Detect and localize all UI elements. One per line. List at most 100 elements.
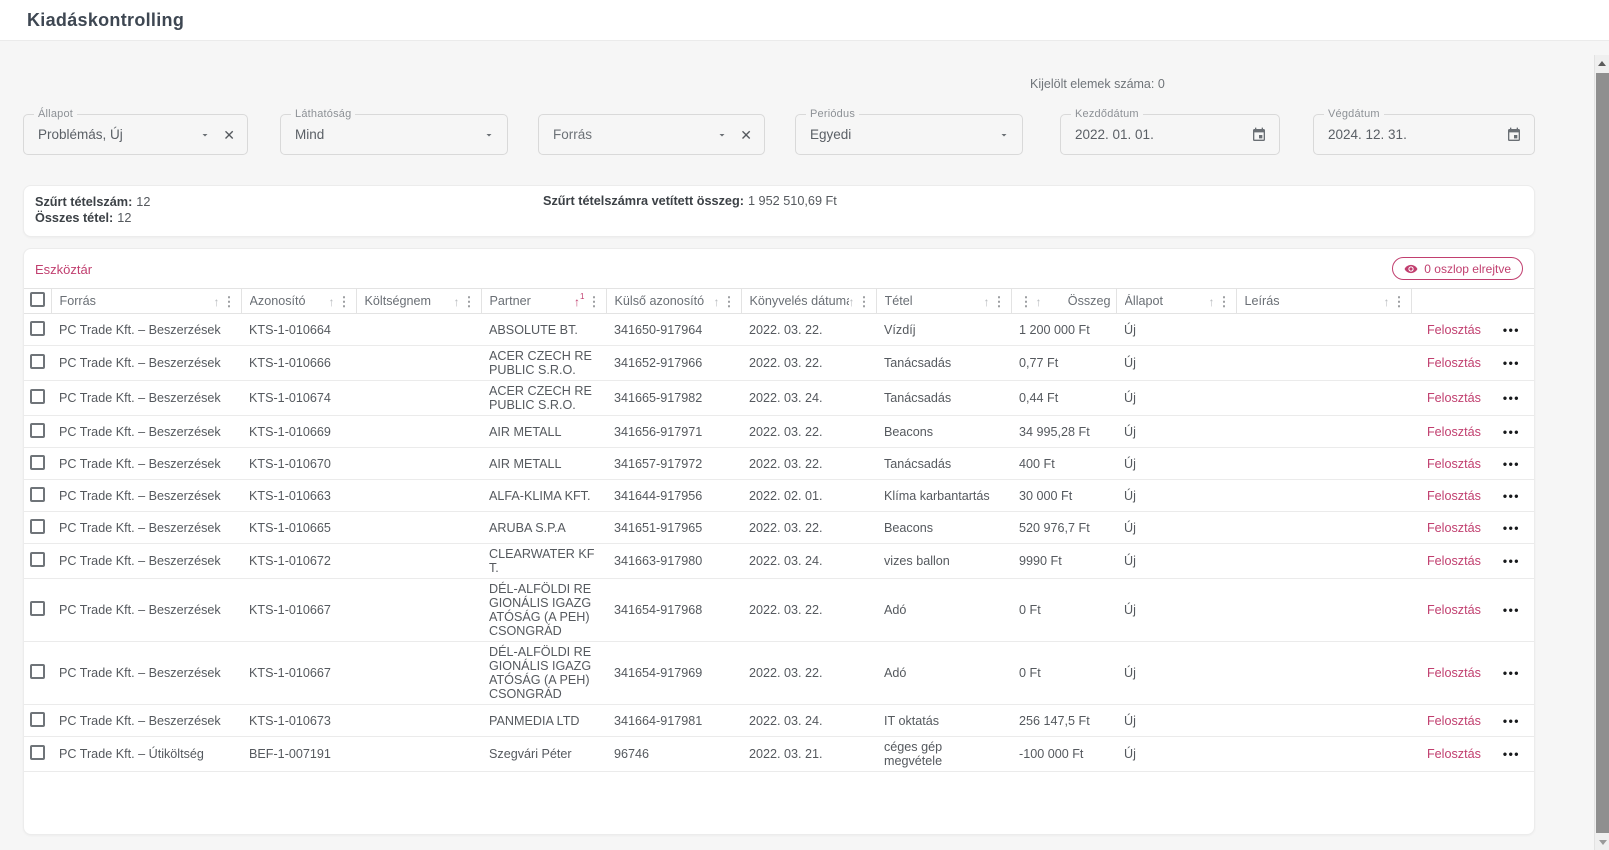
cell-osszeg: 0,77 Ft (1011, 346, 1116, 381)
chevron-down-icon[interactable] (998, 129, 1010, 141)
cell-forras: PC Trade Kft. – Beszerzések (51, 705, 241, 737)
row-menu-icon[interactable]: ••• (1503, 714, 1520, 728)
column-header[interactable]: Állapot ↑ ⋮ (1116, 289, 1236, 314)
sort-icon[interactable]: ↑ (1036, 295, 1042, 308)
felosztas-link[interactable]: Felosztás (1427, 521, 1481, 535)
scroll-down-icon[interactable] (1595, 834, 1609, 850)
column-menu-icon[interactable]: ⋮ (1393, 295, 1406, 308)
row-menu-icon[interactable]: ••• (1503, 323, 1520, 337)
row-checkbox[interactable] (30, 487, 45, 502)
row-checkbox[interactable] (30, 601, 45, 616)
row-menu-icon[interactable]: ••• (1503, 425, 1520, 439)
felosztas-link[interactable]: Felosztás (1427, 425, 1481, 439)
cell-kulso-azonosito: 341664-917981 (606, 705, 741, 737)
row-checkbox[interactable] (30, 423, 45, 438)
row-checkbox[interactable] (30, 455, 45, 470)
column-header[interactable]: Tétel ↑ ⋮ (876, 289, 1011, 314)
sort-icon[interactable]: ↑1 (574, 295, 584, 308)
sort-icon[interactable]: ↑ (1209, 295, 1215, 308)
row-checkbox[interactable] (30, 552, 45, 567)
scrollbar-thumb[interactable] (1596, 73, 1609, 833)
column-header[interactable]: Forrás ↑ ⋮ (51, 289, 241, 314)
row-menu-icon[interactable]: ••• (1503, 391, 1520, 405)
column-menu-icon[interactable]: ⋮ (338, 295, 351, 308)
filter-lathatosag[interactable]: Láthatóság Mind (280, 114, 508, 155)
row-menu-icon[interactable]: ••• (1503, 356, 1520, 370)
chevron-down-icon[interactable] (716, 129, 728, 141)
filter-forras[interactable]: Forrás ✕ (538, 114, 765, 155)
clear-icon[interactable]: ✕ (740, 128, 752, 142)
row-checkbox[interactable] (30, 712, 45, 727)
chevron-down-icon[interactable] (199, 129, 211, 141)
column-menu-icon[interactable]: ⋮ (223, 295, 236, 308)
row-menu-icon[interactable]: ••• (1503, 489, 1520, 503)
row-menu-icon[interactable]: ••• (1503, 457, 1520, 471)
felosztas-link[interactable]: Felosztás (1427, 747, 1481, 761)
row-checkbox[interactable] (30, 389, 45, 404)
felosztas-link[interactable]: Felosztás (1427, 391, 1481, 405)
sort-icon[interactable]: ↑ (714, 295, 720, 308)
felosztas-link[interactable]: Felosztás (1427, 356, 1481, 370)
chevron-down-icon[interactable] (483, 129, 495, 141)
select-all-checkbox[interactable] (30, 292, 45, 307)
vertical-scrollbar[interactable] (1594, 55, 1609, 850)
row-menu-icon[interactable]: ••• (1503, 603, 1520, 617)
toolbar-title[interactable]: Eszköztár (35, 262, 92, 277)
felosztas-link[interactable]: Felosztás (1427, 603, 1481, 617)
column-header[interactable]: Költségnem ↑ ⋮ (356, 289, 481, 314)
column-menu-icon[interactable]: ⋮ (588, 295, 601, 308)
cell-azonosito: KTS-1-010670 (241, 448, 356, 480)
column-menu-icon[interactable]: ⋮ (463, 295, 476, 308)
sort-icon[interactable]: ↑ (849, 295, 855, 308)
row-checkbox[interactable] (30, 321, 45, 336)
cell-koltsegnem (356, 416, 481, 448)
cell-forras: PC Trade Kft. – Beszerzések (51, 642, 241, 705)
filter-periodus[interactable]: Periódus Egyedi (795, 114, 1023, 155)
cell-allapot: Új (1116, 737, 1236, 772)
filter-kezdodatum[interactable]: Kezdődátum 2022. 01. 01. (1060, 114, 1280, 155)
column-header[interactable]: Leírás ↑ ⋮ (1236, 289, 1411, 314)
row-menu-icon[interactable]: ••• (1503, 666, 1520, 680)
cell-partner: ACER CZECH REPUBLIC S.R.O. (481, 346, 606, 381)
felosztas-link[interactable]: Felosztás (1427, 666, 1481, 680)
felosztas-link[interactable]: Felosztás (1427, 489, 1481, 503)
cell-tetel: Beacons (876, 512, 1011, 544)
column-header[interactable]: Azonosító ↑ ⋮ (241, 289, 356, 314)
filter-allapot[interactable]: Állapot Problémás, Új ✕ (23, 114, 248, 155)
column-menu-icon[interactable]: ⋮ (993, 295, 1006, 308)
sort-icon[interactable]: ↑ (1384, 295, 1390, 308)
row-checkbox[interactable] (30, 745, 45, 760)
row-checkbox[interactable] (30, 519, 45, 534)
column-header[interactable]: Összeg ↑ ⋮ (1011, 289, 1116, 314)
column-header[interactable]: Könyvelés dátuma ↑ ⋮ (741, 289, 876, 314)
row-checkbox[interactable] (30, 354, 45, 369)
cell-forras: PC Trade Kft. – Beszerzések (51, 480, 241, 512)
row-checkbox[interactable] (30, 664, 45, 679)
column-menu-icon[interactable]: ⋮ (723, 295, 736, 308)
column-menu-icon[interactable]: ⋮ (1218, 295, 1231, 308)
sort-icon[interactable]: ↑ (329, 295, 335, 308)
sort-icon[interactable]: ↑ (984, 295, 990, 308)
filter-label: Állapot (34, 108, 77, 120)
column-menu-icon[interactable]: ⋮ (1020, 295, 1033, 308)
row-menu-icon[interactable]: ••• (1503, 521, 1520, 535)
sort-icon[interactable]: ↑ (214, 295, 220, 308)
calendar-icon[interactable] (1506, 127, 1522, 143)
row-menu-icon[interactable]: ••• (1503, 747, 1520, 761)
cell-forras: PC Trade Kft. – Beszerzések (51, 346, 241, 381)
clear-icon[interactable]: ✕ (223, 128, 235, 142)
felosztas-link[interactable]: Felosztás (1427, 554, 1481, 568)
felosztas-link[interactable]: Felosztás (1427, 714, 1481, 728)
filter-vegdatum[interactable]: Végdátum 2024. 12. 31. (1313, 114, 1535, 155)
column-menu-icon[interactable]: ⋮ (858, 295, 871, 308)
column-header[interactable]: Külső azonosító ↑ ⋮ (606, 289, 741, 314)
felosztas-link[interactable]: Felosztás (1427, 323, 1481, 337)
row-menu-icon[interactable]: ••• (1503, 554, 1520, 568)
calendar-icon[interactable] (1251, 127, 1267, 143)
column-header[interactable]: Partner ↑1 ⋮ (481, 289, 606, 314)
scroll-up-icon[interactable] (1598, 61, 1606, 66)
hidden-columns-button[interactable]: 0 oszlop elrejtve (1392, 257, 1523, 280)
cell-koltsegnem (356, 314, 481, 346)
sort-icon[interactable]: ↑ (454, 295, 460, 308)
felosztas-link[interactable]: Felosztás (1427, 457, 1481, 471)
